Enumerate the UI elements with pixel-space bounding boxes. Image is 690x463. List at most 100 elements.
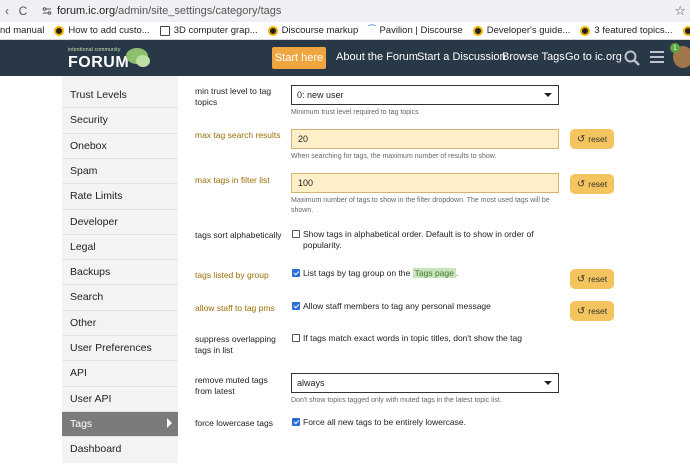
nav-go-to-ic[interactable]: Go to ic.org <box>565 51 622 63</box>
sidebar-item-other[interactable]: Other <box>62 310 178 335</box>
reset-label: reset <box>588 306 608 316</box>
undo-icon: ↺ <box>576 178 586 190</box>
suppress-text: If tags match exact words in topic title… <box>303 333 522 343</box>
listed-group-period: . <box>455 268 459 278</box>
sidebar-item-legal[interactable]: Legal <box>62 234 178 259</box>
staff-pms-reset-button[interactable]: ↺ reset <box>570 301 614 321</box>
lowercase-text: Force all new tags to be entirely lowerc… <box>303 417 466 427</box>
search-icon[interactable] <box>624 50 640 66</box>
discourse-icon <box>267 25 278 36</box>
admin-settings-sidebar: Trust Levels Security Onebox Spam Rate Limit… <box>62 76 178 463</box>
nav-browse-tags[interactable]: Browse Tags <box>502 51 565 63</box>
sidebar-item-label: Backups <box>70 265 111 278</box>
sidebar-item-developer[interactable]: Developer <box>62 209 178 234</box>
back-icon[interactable]: ‹ <box>0 4 14 18</box>
sidebar-divider <box>62 209 178 210</box>
staff-pms-checkbox[interactable] <box>292 302 300 310</box>
sidebar-item-label: Tags <box>70 417 93 430</box>
max-filter-reset-button[interactable]: ↺ reset <box>570 174 614 194</box>
bookmark-item[interactable]: 3D computer grap... <box>159 25 258 36</box>
max-search-input[interactable]: 20 <box>291 129 559 149</box>
bookmark-item[interactable]: nd manual <box>0 25 44 36</box>
site-info-icon[interactable] <box>42 6 52 16</box>
hamburger-menu-icon[interactable] <box>650 51 664 63</box>
bookmark-item[interactable]: How to add custo... <box>54 25 150 36</box>
sidebar-item-api[interactable]: API <box>62 360 178 385</box>
sidebar-item-rate-limits[interactable]: Rate Limits <box>62 183 178 208</box>
sidebar-item-security[interactable]: Security <box>62 107 178 132</box>
suppress-checkbox[interactable] <box>292 334 300 342</box>
pavilion-icon: ⁀ <box>368 25 376 36</box>
lowercase-checkbox[interactable] <box>292 418 300 426</box>
bookmark-label: Developer's guide... <box>486 25 571 36</box>
sidebar-item-label: Spam <box>70 164 98 177</box>
setting-label-staff-pms: allow staff to tag pms <box>195 303 275 313</box>
sidebar-divider <box>62 234 178 235</box>
sidebar-item-label: Onebox <box>70 139 107 152</box>
bookmark-label: 3 featured topics... <box>594 25 673 36</box>
bookmark-label: Discourse markup <box>281 25 359 36</box>
min-trust-select[interactable]: 0: new user <box>291 85 559 105</box>
bookmark-item[interactable]: 3 featured topics... <box>580 25 673 36</box>
sidebar-item-user-api[interactable]: User API <box>62 386 178 411</box>
sidebar-divider <box>62 436 178 437</box>
sidebar-divider <box>62 360 178 361</box>
sort-alpha-checkbox[interactable] <box>292 230 300 238</box>
bookmark-label: nd manual <box>0 25 45 36</box>
bookmark-item[interactable]: Developer's guide... <box>472 25 571 36</box>
chevron-down-icon <box>544 381 552 385</box>
nav-start-discussion[interactable]: Start a Discussion <box>417 51 506 63</box>
bookmark-label: Pavilion | Discourse <box>379 25 463 36</box>
listed-group-reset-button[interactable]: ↺ reset <box>570 269 614 289</box>
sidebar-divider <box>62 335 178 336</box>
sidebar-divider <box>62 133 178 134</box>
sidebar-divider <box>62 310 178 311</box>
bookmark-item[interactable]: Add gifs <box>682 25 690 36</box>
sidebar-divider <box>62 107 178 108</box>
sidebar-item-spam[interactable]: Spam <box>62 158 178 183</box>
listed-group-checkbox[interactable] <box>292 269 300 277</box>
max-filter-input[interactable]: 100 <box>291 173 559 193</box>
logo-title: FORUM <box>68 54 130 71</box>
setting-label-max-search: max tag search results <box>195 130 281 140</box>
forum-logo[interactable]: intentional community FORUM <box>68 44 158 72</box>
sidebar-item-tags[interactable]: Tags <box>62 411 178 436</box>
bookmark-item[interactable]: ⁀ Pavilion | Discourse <box>368 25 463 36</box>
staff-pms-text: Allow staff members to tag any personal … <box>303 301 491 311</box>
max-filter-help: Maximum number of tags to show in the fi… <box>291 197 550 214</box>
address-bar[interactable]: forum.ic.org/admin/site_settings/categor… <box>57 5 281 17</box>
tags-page-link[interactable]: Tags page <box>412 268 456 278</box>
chevron-down-icon <box>544 93 552 97</box>
setting-label-suppress: suppress overlapping tags in list <box>195 334 276 355</box>
undo-icon: ↺ <box>576 273 586 285</box>
min-trust-value: 0: new user <box>297 90 344 100</box>
sidebar-item-label: Dashboard <box>70 442 122 455</box>
sidebar-item-trust-levels[interactable]: Trust Levels <box>62 82 178 107</box>
sidebar-item-user-preferences[interactable]: User Preferences <box>62 335 178 360</box>
bookmark-star-icon[interactable]: ☆ <box>674 3 686 19</box>
discourse-icon <box>472 25 483 36</box>
listed-group-text: List tags by tag group on the Tags page. <box>303 268 553 279</box>
undo-icon: ↺ <box>576 133 586 145</box>
muted-tags-select[interactable]: always <box>291 373 559 393</box>
nav-about-forum[interactable]: About the Forum <box>336 51 418 63</box>
bookmark-item[interactable]: Discourse markup <box>267 25 359 36</box>
sidebar-item-label: Search <box>70 290 104 303</box>
bookmark-label: How to add custo... <box>68 25 150 36</box>
speech-bubble-small-icon <box>136 55 150 67</box>
sidebar-item-backups[interactable]: Backups <box>62 259 178 284</box>
sidebar-divider <box>62 259 178 260</box>
sidebar-item-dashboard[interactable]: Dashboard <box>62 436 178 461</box>
sidebar-item-label: User Preferences <box>70 341 152 354</box>
sidebar-item-label: Rate Limits <box>70 189 123 202</box>
reset-label: reset <box>588 179 608 189</box>
bookmarks-bar: nd manual How to add custo... 3D computer … <box>0 22 690 40</box>
sidebar-item-search[interactable]: Search <box>62 284 178 309</box>
start-here-button[interactable]: Start here <box>272 47 326 69</box>
reload-icon[interactable]: C <box>16 4 30 18</box>
muted-tags-help: Don't show topics tagged only with muted… <box>291 397 502 404</box>
reset-label: reset <box>588 134 608 144</box>
sidebar-item-onebox[interactable]: Onebox <box>62 133 178 158</box>
max-search-reset-button[interactable]: ↺ reset <box>570 129 614 149</box>
setting-label-muted: remove muted tags from latest <box>195 375 268 396</box>
